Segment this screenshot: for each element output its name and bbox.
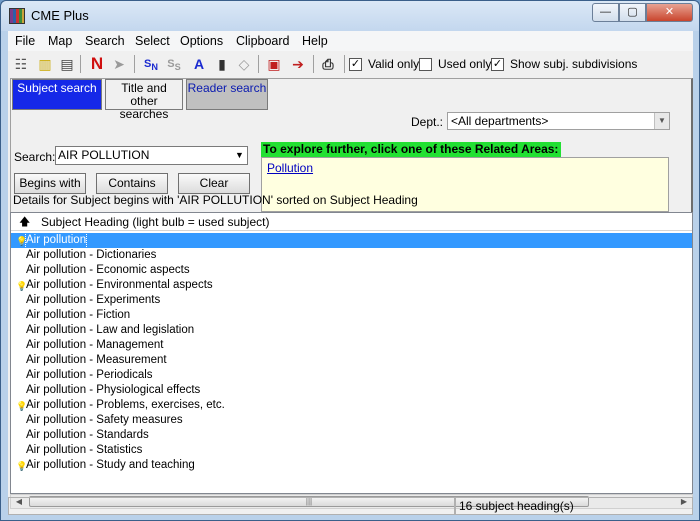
search-input[interactable]: AIR POLLUTION ▼ [55, 146, 248, 165]
title-bar: CME Plus — ▢ ✕ [1, 1, 699, 31]
forward-arrow-icon[interactable]: ➤ [110, 55, 128, 73]
row-text: Air pollution - Fiction [26, 309, 131, 321]
close-button[interactable]: ✕ [646, 3, 693, 22]
table-row[interactable]: 💡 Air pollution - Problems, exercises, et… [11, 398, 692, 413]
app-window: CME Plus — ▢ ✕ File Map Search Select Op… [0, 0, 700, 521]
eraser-icon[interactable]: ◇ [235, 55, 253, 73]
table-row[interactable]: Air pollution - Measurement [11, 353, 692, 368]
copy-record-icon[interactable]: ▣ [265, 55, 283, 73]
row-text: Air pollution - Periodicals [26, 369, 153, 381]
details-text: Details for Subject begins with 'AIR POL… [13, 193, 418, 207]
menu-bar: File Map Search Select Options Clipboard… [8, 31, 693, 51]
row-text: Air pollution - Law and legislation [26, 324, 195, 336]
toolbar: ☷ ▥ ▤ N ➤ SN SS A ▮ ◇ ▣ ➔ ⎙ ✓ Valid only… [8, 52, 693, 76]
search-label: Search: [14, 150, 56, 164]
clear-button[interactable]: Clear [178, 173, 250, 194]
status-count: 16 subject heading(s) [455, 497, 693, 515]
subject-heading-column[interactable]: Subject Heading (light bulb = used subje… [41, 213, 269, 231]
table-row[interactable]: Air pollution - Economic aspects [11, 263, 692, 278]
row-text: Air pollution - Statistics [26, 444, 143, 456]
show-subdivisions-checkbox[interactable]: ✓ [491, 58, 504, 71]
row-text: Air pollution - Experiments [26, 294, 161, 306]
row-text: Air pollution [24, 232, 88, 249]
table-row[interactable]: Air pollution - Dictionaries [11, 248, 692, 263]
menu-map[interactable]: Map [48, 34, 72, 48]
row-text: Air pollution - Environmental aspects [26, 279, 213, 291]
row-text: Air pollution - Economic aspects [26, 264, 190, 276]
status-cell-empty [8, 497, 455, 515]
table-row[interactable]: Air pollution - Law and legislation [11, 323, 692, 338]
subject-list: 🡅 Subject Heading (light bulb = used sub… [10, 212, 693, 494]
search-value: AIR POLLUTION [58, 148, 150, 162]
row-text: Air pollution - Dictionaries [26, 249, 157, 261]
dept-select[interactable]: <All departments> ▼ [447, 112, 670, 130]
table-row[interactable]: Air pollution - Periodicals [11, 368, 692, 383]
table-row[interactable]: Air pollution - Experiments [11, 293, 692, 308]
alphabet-a-icon[interactable]: A [190, 55, 208, 73]
maximize-button[interactable]: ▢ [619, 3, 646, 22]
print-icon[interactable]: ⎙ [319, 55, 337, 73]
dept-value: <All departments> [451, 114, 549, 128]
dept-label: Dept.: [411, 115, 444, 129]
book-stack-icon[interactable]: ▤ [58, 55, 76, 73]
sort-up-arrow-icon[interactable]: 🡅 [19, 213, 30, 231]
table-row[interactable]: 💡 Air pollution [11, 232, 692, 249]
row-text: Air pollution - Problems, exercises, etc… [26, 399, 225, 411]
row-text: Air pollution - Standards [26, 429, 149, 441]
chart-icon[interactable]: ▮ [213, 55, 231, 73]
used-only-checkbox[interactable] [419, 58, 432, 71]
table-row[interactable]: 💡 Air pollution - Study and teaching [11, 458, 692, 473]
tree-view-icon[interactable]: ☷ [12, 55, 30, 73]
row-text: Air pollution - Safety measures [26, 414, 183, 426]
menu-select[interactable]: Select [135, 34, 170, 48]
books-icon[interactable]: ▥ [36, 55, 54, 73]
table-row[interactable]: Air pollution - Physiological effects [11, 383, 692, 398]
table-row[interactable]: Air pollution - Standards [11, 428, 692, 443]
sn-sort-icon[interactable]: SN [142, 55, 160, 73]
contains-button[interactable]: Contains [96, 173, 168, 194]
row-text: Air pollution - Study and teaching [26, 459, 195, 471]
new-n-icon[interactable]: N [88, 55, 106, 73]
table-row[interactable]: Air pollution - Safety measures [11, 413, 692, 428]
row-text: Air pollution - Management [26, 339, 164, 351]
begins-with-button[interactable]: Begins with [14, 173, 86, 194]
used-only-label: Used only [438, 57, 492, 71]
list-header[interactable]: 🡅 Subject Heading (light bulb = used sub… [11, 213, 692, 231]
window-title: CME Plus [31, 8, 89, 23]
minimize-button[interactable]: — [592, 3, 619, 22]
valid-only-checkbox[interactable]: ✓ [349, 58, 362, 71]
menu-search[interactable]: Search [85, 34, 125, 48]
related-link-pollution[interactable]: Pollution [267, 161, 313, 175]
chevron-down-icon[interactable]: ▼ [654, 113, 669, 129]
row-text: Air pollution - Measurement [26, 354, 167, 366]
app-books-icon [9, 8, 25, 24]
ss-sort-icon[interactable]: SS [165, 55, 183, 73]
chevron-down-icon[interactable]: ▼ [232, 147, 247, 164]
table-row[interactable]: Air pollution - Management [11, 338, 692, 353]
export-icon[interactable]: ➔ [289, 55, 307, 73]
tab-subject-search[interactable]: Subject search [12, 79, 102, 110]
client-area: File Map Search Select Options Clipboard… [8, 31, 693, 515]
table-row[interactable]: Air pollution - Statistics [11, 443, 692, 458]
table-row[interactable]: 💡 Air pollution - Environmental aspects [11, 278, 692, 293]
tab-reader-search[interactable]: Reader search [186, 79, 268, 110]
show-subdivisions-label: Show subj. subdivisions [510, 57, 638, 71]
row-text: Air pollution - Physiological effects [26, 384, 201, 396]
tab-title-searches[interactable]: Title and other searches [105, 79, 183, 121]
menu-help[interactable]: Help [302, 34, 328, 48]
related-areas-header: To explore further, click one of these R… [261, 142, 561, 157]
menu-options[interactable]: Options [180, 34, 223, 48]
menu-file[interactable]: File [15, 34, 35, 48]
valid-only-label: Valid only [368, 57, 420, 71]
menu-clipboard[interactable]: Clipboard [236, 34, 290, 48]
table-row[interactable]: Air pollution - Fiction [11, 308, 692, 323]
